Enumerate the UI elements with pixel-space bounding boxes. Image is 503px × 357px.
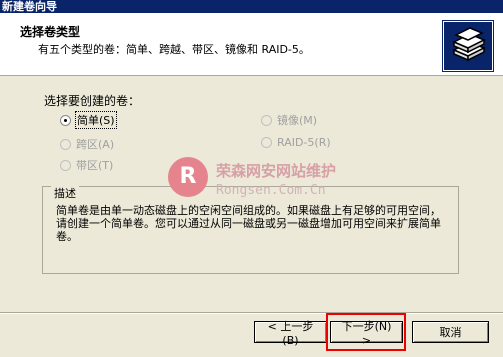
radio-spanned[interactable]: 跨区(A) [60,136,114,152]
radio-dot[interactable] [60,159,71,171]
back-button[interactable]: < 上一步(B) [254,320,327,347]
radio-dot[interactable] [261,137,272,148]
next-button-highlight [326,313,406,351]
description-legend: 描述 [51,185,79,201]
radio-simple[interactable]: 简单(S) [60,111,117,129]
wizard-header: 选择卷类型 有五个类型的卷：简单、跨越、带区、镜像和 RAID-5。 [0,13,503,76]
radio-raid5-label: RAID-5(R) [277,136,331,149]
cancel-button[interactable]: 取消 [412,321,489,343]
radio-mirrored[interactable]: 镜像(M) [261,112,317,128]
disk-stack-icon [443,21,493,71]
radio-striped-label: 带区(T) [76,159,114,172]
window-title: 新建卷向导 [2,0,57,13]
footer-separator [0,312,503,314]
radio-raid5[interactable]: RAID-5(R) [261,136,331,149]
radio-spanned-label: 跨区(A) [76,138,115,151]
radio-dot[interactable] [261,114,272,126]
radio-simple-label: 简单(S) [75,111,117,129]
title-bar: 新建卷向导 [0,0,503,13]
radio-dot[interactable] [60,138,71,150]
description-text: 简单卷是由单一动态磁盘上的空闲空间组成的。如果磁盘上有足够的可用空间，请创建一个… [56,204,441,243]
volume-type-prompt: 选择要创建的卷： [44,94,141,108]
watermark-chinese-text: 荣森网安网站维护 [216,162,337,180]
page-subtitle: 有五个类型的卷：简单、跨越、带区、镜像和 RAID-5。 [38,43,310,56]
radio-dot[interactable] [60,114,71,126]
radio-striped[interactable]: 带区(T) [60,157,113,173]
radio-mirrored-label: 镜像(M) [277,114,318,127]
page-title: 选择卷类型 [20,25,81,39]
